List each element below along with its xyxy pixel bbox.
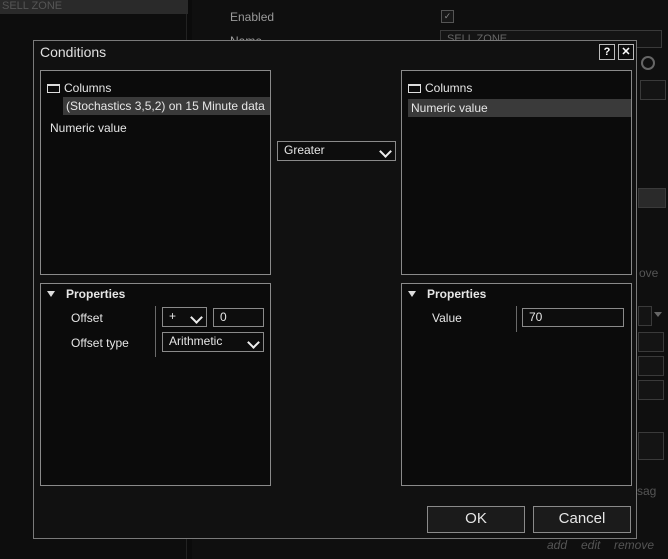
dialog-titlebar[interactable]: Conditions ? ✕ [34,41,636,63]
background-remove-text: ove [639,266,659,280]
background-field-2[interactable] [638,332,664,352]
right-column-item-numeric[interactable]: Numeric value [408,99,631,117]
background-edit-link[interactable]: edit [581,538,600,552]
background-field-1[interactable] [638,306,652,326]
left-columns-panel: Columns (Stochastics 3,5,2) on 15 Minute… [40,70,271,275]
collapse-triangle-icon[interactable] [47,291,55,297]
right-columns-header[interactable]: Columns [408,81,472,95]
chevron-down-icon[interactable] [654,312,662,317]
background-dropdown[interactable] [640,80,666,100]
chevron-down-icon [190,311,203,324]
background-list-item[interactable]: SELL ZONE [0,0,188,14]
offset-value-input[interactable]: 0 [213,308,264,327]
offset-type-value: Arithmetic [169,334,223,348]
property-divider [155,306,156,357]
collapse-triangle-icon[interactable] [408,291,416,297]
chevron-down-icon [379,145,392,158]
background-field-3[interactable] [638,356,664,376]
background-field-5[interactable] [638,432,664,460]
enabled-label: Enabled [230,10,275,24]
value-input[interactable]: 70 [522,308,624,327]
right-properties-title: Properties [427,287,487,301]
folder-icon [47,84,60,93]
left-columns-header-label: Columns [64,81,112,95]
offset-label: Offset [71,311,103,325]
dialog-title: Conditions [40,44,107,60]
left-properties-title: Properties [66,287,126,301]
offset-type-label: Offset type [71,336,129,350]
ok-button[interactable]: OK [427,506,525,533]
background-message-text: sag [637,484,657,498]
operator-select[interactable]: Greater [277,141,396,161]
left-properties-panel: Properties Offset + 0 Offset type Arithm… [40,283,271,486]
left-columns-header[interactable]: Columns [47,81,111,95]
cancel-button[interactable]: Cancel [533,506,631,533]
background-row[interactable] [638,188,666,208]
background-remove-link[interactable]: remove [614,538,654,552]
offset-sign-select[interactable]: + [162,307,207,327]
left-column-item-stochastics[interactable]: (Stochastics 3,5,2) on 15 Minute data [63,97,270,115]
chevron-down-icon [247,336,260,349]
conditions-dialog: Conditions ? ✕ Columns (Stochastics 3,5,… [33,40,637,539]
background-field-4[interactable] [638,380,664,400]
value-label: Value [432,311,462,325]
property-divider [516,306,517,332]
help-button[interactable]: ? [599,44,615,60]
right-properties-panel: Properties Value 70 [401,283,632,486]
left-column-item-numeric[interactable]: Numeric value [50,121,127,135]
background-add-link[interactable]: add [547,538,567,552]
right-columns-header-label: Columns [425,81,473,95]
right-columns-panel: Columns Numeric value [401,70,632,275]
close-button[interactable]: ✕ [618,44,634,60]
enabled-checkbox[interactable]: ✓ [441,10,454,23]
search-icon[interactable] [641,56,655,70]
operator-value: Greater [284,143,325,157]
offset-type-select[interactable]: Arithmetic [162,332,264,352]
folder-icon [408,84,421,93]
offset-sign-value: + [169,309,177,323]
